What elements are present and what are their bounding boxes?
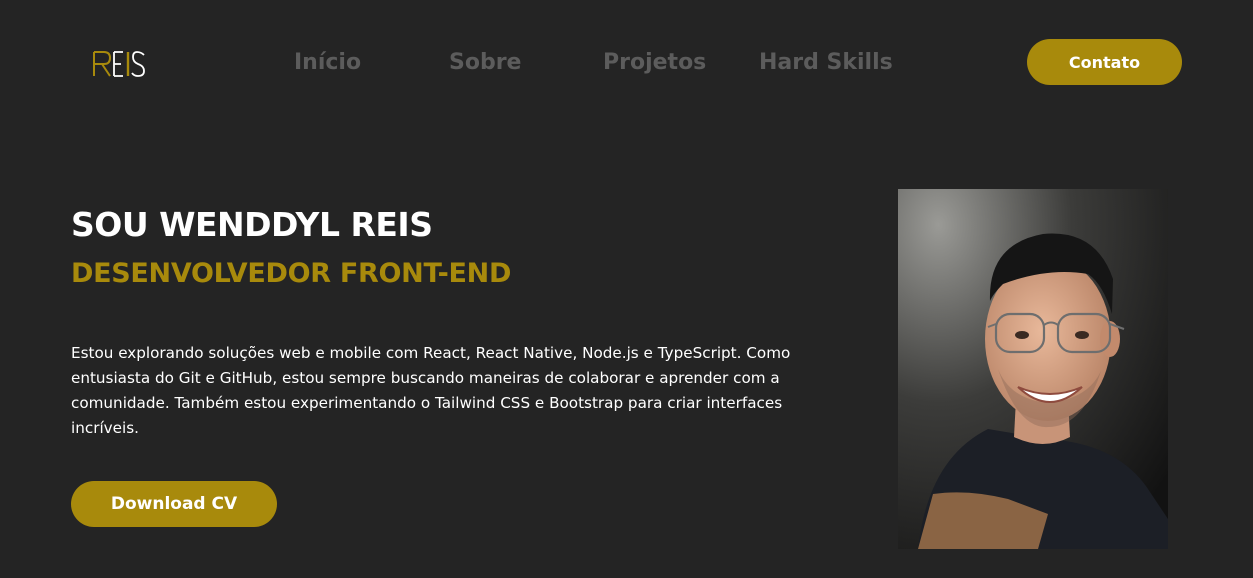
hero-description: Estou explorando soluções web e mobile c… bbox=[71, 344, 791, 437]
nav-link-sobre[interactable]: Sobre bbox=[449, 49, 521, 77]
download-cv-button[interactable]: Download CV bbox=[71, 481, 277, 527]
profile-photo-illustration bbox=[898, 189, 1168, 549]
logo[interactable] bbox=[90, 48, 150, 80]
hero-subtitle: DESENVOLVEDOR FRONT-END bbox=[71, 258, 512, 289]
nav-link-projetos[interactable]: Projetos bbox=[603, 49, 706, 77]
hero-title: SOU WENDDYL REIS bbox=[71, 205, 433, 244]
nav-link-inicio[interactable]: Início bbox=[294, 49, 361, 77]
logo-mark bbox=[93, 51, 145, 77]
contact-button[interactable]: Contato bbox=[1027, 39, 1182, 85]
page: Início Sobre Projetos Hard Skills Contat… bbox=[0, 0, 1253, 578]
profile-photo bbox=[898, 189, 1168, 549]
nav-link-hard-skills[interactable]: Hard Skills bbox=[759, 49, 893, 77]
